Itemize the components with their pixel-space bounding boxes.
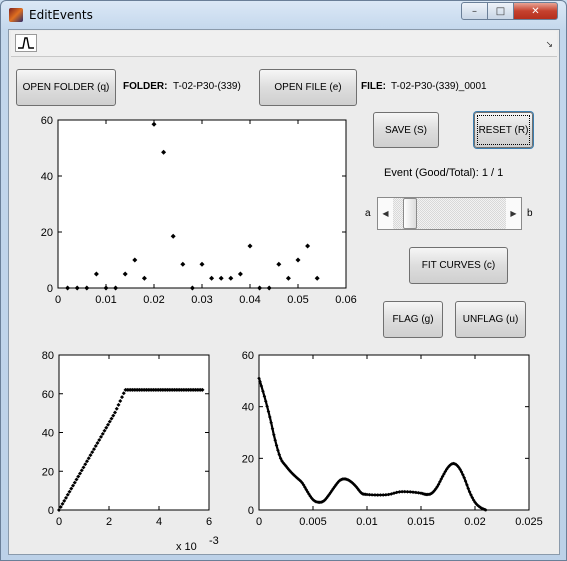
chevron-icon[interactable]: ↘	[545, 39, 553, 50]
event-slider[interactable]: ◀ ▶	[377, 197, 522, 230]
event-status: Event (Good/Total): 1 / 1	[384, 167, 504, 179]
x-tick-label: 0.02	[464, 516, 485, 528]
plot-area[interactable]	[258, 354, 530, 511]
save-button[interactable]: SAVE (S)	[373, 112, 439, 148]
x-exponent-label: -3	[209, 535, 219, 547]
file-value: T-02-P30-(339)_0001	[391, 81, 487, 92]
y-tick-label: 20	[41, 227, 53, 239]
x-tick-label: 4	[156, 516, 162, 528]
folder-caption: FOLDER:	[123, 81, 168, 92]
x-tick-label: 2	[106, 516, 112, 528]
window-title: EditEvents	[29, 8, 93, 22]
x-tick-label: 6	[206, 516, 212, 528]
fit-curves-button[interactable]: FIT CURVES (c)	[409, 247, 508, 284]
slider-right-label: b	[527, 208, 533, 219]
ramp-chart[interactable]: 0 2 4 6020406080x 10 -3	[26, 346, 226, 556]
open-file-button[interactable]: OPEN FILE (e)	[259, 69, 357, 106]
y-tick-label: 20	[242, 453, 254, 465]
x-tick-label: 0	[256, 516, 262, 528]
y-tick-label: 40	[41, 171, 53, 183]
flag-button[interactable]: FLAG (g)	[383, 301, 443, 338]
x-tick-label: 0.01	[356, 516, 377, 528]
y-tick-label: 40	[242, 402, 254, 414]
close-button[interactable]: ✕	[513, 2, 558, 20]
x-tick-label: 0.025	[515, 516, 543, 528]
slider-left-arrow-icon[interactable]: ◀	[378, 198, 393, 229]
waveform-chart[interactable]: 0 0.005 0.01 0.015 0.02 0.025 0 20 40 60	[226, 346, 551, 536]
x-tick-label: 0.02	[143, 294, 164, 306]
x-tick-label: 0.01	[95, 294, 116, 306]
y-tick-label: 80	[42, 350, 54, 362]
figure-toolbar: ↘	[11, 31, 557, 57]
matlab-icon	[9, 8, 23, 22]
close-icon: ✕	[531, 5, 540, 17]
x-tick-label: 0.05	[287, 294, 308, 306]
y-tick-label: 0	[248, 505, 254, 517]
x-multiplier-label: x 10	[176, 541, 197, 553]
y-tick-label: 40	[42, 428, 54, 440]
minimize-icon: –	[472, 5, 477, 17]
x-tick-label: 0	[56, 516, 62, 528]
y-tick-label: 0	[48, 505, 54, 517]
maximize-icon: □	[495, 5, 506, 17]
y-tick-label: 60	[41, 115, 53, 127]
unflag-button[interactable]: UNFLAG (u)	[455, 301, 526, 338]
event-scatter-chart[interactable]: 0 0.01 0.02 0.03 0.04 0.05 0.06 0 20 40 60	[31, 111, 361, 311]
plot-waveform-icon[interactable]	[15, 34, 37, 52]
x-tick-label: 0.06	[335, 294, 356, 306]
file-caption: FILE:	[361, 81, 386, 92]
x-tick-label: 0.015	[407, 516, 435, 528]
slider-right-arrow-icon[interactable]: ▶	[506, 198, 521, 229]
open-folder-button[interactable]: OPEN FOLDER (q)	[16, 69, 116, 106]
y-tick-label: 60	[42, 389, 54, 401]
x-tick-label: 0.04	[239, 294, 260, 306]
slider-thumb[interactable]	[402, 198, 417, 229]
x-tick-label: 0.03	[191, 294, 212, 306]
folder-value: T-02-P30-(339)	[173, 81, 241, 92]
app-window: EditEvents – □ ✕ ↘ OPEN FOLDER (q) FOLDE…	[0, 0, 567, 561]
minimize-button[interactable]: –	[461, 2, 488, 20]
x-tick-label: 0.005	[299, 516, 327, 528]
maximize-button[interactable]: □	[487, 2, 514, 20]
x-tick-label: 0	[55, 294, 61, 306]
plot-area[interactable]	[58, 354, 210, 511]
y-tick-label: 20	[42, 466, 54, 478]
y-tick-label: 0	[47, 283, 53, 295]
reset-button[interactable]: RESET (R)	[474, 112, 533, 148]
title-bar[interactable]: EditEvents – □ ✕	[1, 1, 566, 29]
y-tick-label: 60	[242, 350, 254, 362]
slider-left-label: a	[365, 208, 371, 219]
